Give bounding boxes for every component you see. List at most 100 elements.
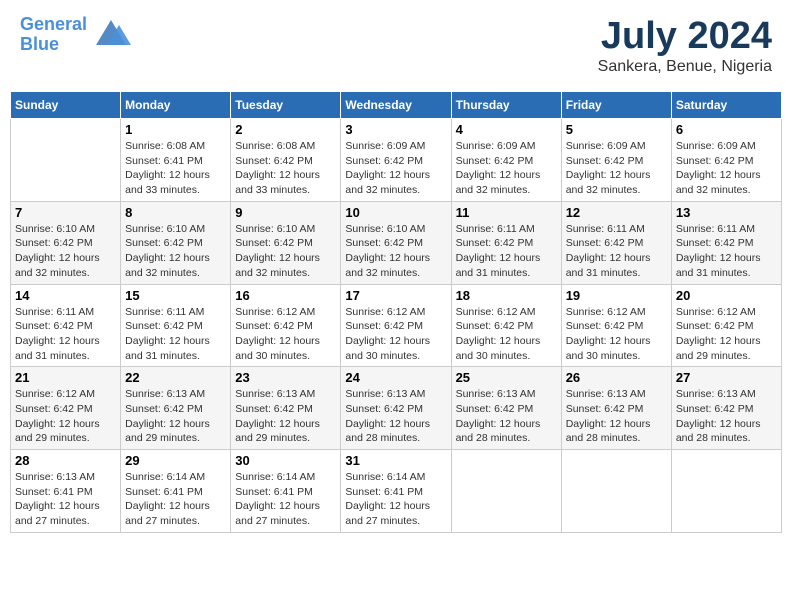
cell-info: Sunrise: 6:12 AM Sunset: 6:42 PM Dayligh… — [235, 305, 336, 364]
cell-info: Sunrise: 6:09 AM Sunset: 6:42 PM Dayligh… — [345, 139, 446, 198]
cell-info: Sunrise: 6:11 AM Sunset: 6:42 PM Dayligh… — [566, 222, 667, 281]
day-number: 21 — [15, 370, 116, 385]
calendar-cell: 1 Sunrise: 6:08 AM Sunset: 6:41 PM Daylig… — [121, 119, 231, 202]
day-number: 18 — [456, 288, 557, 303]
cell-info: Sunrise: 6:14 AM Sunset: 6:41 PM Dayligh… — [345, 470, 446, 529]
page-header: General Blue July 2024 Sankera, Benue, N… — [10, 10, 782, 81]
cell-info: Sunrise: 6:13 AM Sunset: 6:41 PM Dayligh… — [15, 470, 116, 529]
day-header-friday: Friday — [561, 92, 671, 119]
week-row: 28 Sunrise: 6:13 AM Sunset: 6:41 PM Dayli… — [11, 450, 782, 533]
calendar-cell — [561, 450, 671, 533]
day-number: 12 — [566, 205, 667, 220]
day-number: 3 — [345, 122, 446, 137]
calendar-cell: 26 Sunrise: 6:13 AM Sunset: 6:42 PM Dayli… — [561, 367, 671, 450]
calendar-cell: 31 Sunrise: 6:14 AM Sunset: 6:41 PM Dayli… — [341, 450, 451, 533]
day-number: 2 — [235, 122, 336, 137]
calendar-cell: 12 Sunrise: 6:11 AM Sunset: 6:42 PM Dayli… — [561, 201, 671, 284]
calendar-cell: 22Sunrise: 6:13 AM Sunset: 6:42 PM Dayli… — [121, 367, 231, 450]
logo-text: General Blue — [20, 15, 87, 55]
calendar-cell: 2Sunrise: 6:08 AM Sunset: 6:42 PM Daylig… — [231, 119, 341, 202]
calendar-cell: 5 Sunrise: 6:09 AM Sunset: 6:42 PM Daylig… — [561, 119, 671, 202]
day-number: 1 — [125, 122, 226, 137]
calendar-cell: 16Sunrise: 6:12 AM Sunset: 6:42 PM Dayli… — [231, 284, 341, 367]
header-row: SundayMondayTuesdayWednesdayThursdayFrid… — [11, 92, 782, 119]
day-number: 14 — [15, 288, 116, 303]
calendar-cell: 13 Sunrise: 6:11 AM Sunset: 6:42 PM Dayli… — [671, 201, 781, 284]
subtitle: Sankera, Benue, Nigeria — [598, 58, 772, 76]
cell-info: Sunrise: 6:10 AM Sunset: 6:42 PM Dayligh… — [235, 222, 336, 281]
calendar-cell: 4 Sunrise: 6:09 AM Sunset: 6:42 PM Daylig… — [451, 119, 561, 202]
day-number: 10 — [345, 205, 446, 220]
day-number: 4 — [456, 122, 557, 137]
day-header-wednesday: Wednesday — [341, 92, 451, 119]
week-row: 1 Sunrise: 6:08 AM Sunset: 6:41 PM Daylig… — [11, 119, 782, 202]
calendar-cell: 15 Sunrise: 6:11 AM Sunset: 6:42 PM Dayli… — [121, 284, 231, 367]
logo: General Blue — [20, 15, 131, 55]
calendar-cell: 27 Sunrise: 6:13 AM Sunset: 6:42 PM Dayli… — [671, 367, 781, 450]
cell-info: Sunrise: 6:09 AM Sunset: 6:42 PM Dayligh… — [566, 139, 667, 198]
cell-info: Sunrise: 6:09 AM Sunset: 6:42 PM Dayligh… — [456, 139, 557, 198]
day-header-sunday: Sunday — [11, 92, 121, 119]
week-row: 7 Sunrise: 6:10 AM Sunset: 6:42 PM Daylig… — [11, 201, 782, 284]
calendar-header: SundayMondayTuesdayWednesdayThursdayFrid… — [11, 92, 782, 119]
day-number: 6 — [676, 122, 777, 137]
cell-info: Sunrise: 6:08 AM Sunset: 6:41 PM Dayligh… — [125, 139, 226, 198]
week-row: 14 Sunrise: 6:11 AM Sunset: 6:42 PM Dayli… — [11, 284, 782, 367]
cell-info: Sunrise: 6:12 AM Sunset: 6:42 PM Dayligh… — [566, 305, 667, 364]
cell-info: Sunrise: 6:12 AM Sunset: 6:42 PM Dayligh… — [15, 387, 116, 446]
day-number: 19 — [566, 288, 667, 303]
calendar-cell: 10 Sunrise: 6:10 AM Sunset: 6:42 PM Dayli… — [341, 201, 451, 284]
cell-info: Sunrise: 6:14 AM Sunset: 6:41 PM Dayligh… — [235, 470, 336, 529]
day-number: 11 — [456, 205, 557, 220]
cell-info: Sunrise: 6:11 AM Sunset: 6:42 PM Dayligh… — [456, 222, 557, 281]
cell-info: Sunrise: 6:11 AM Sunset: 6:42 PM Dayligh… — [676, 222, 777, 281]
day-number: 15 — [125, 288, 226, 303]
cell-info: Sunrise: 6:10 AM Sunset: 6:42 PM Dayligh… — [125, 222, 226, 281]
cell-info: Sunrise: 6:10 AM Sunset: 6:42 PM Dayligh… — [345, 222, 446, 281]
cell-info: Sunrise: 6:13 AM Sunset: 6:42 PM Dayligh… — [456, 387, 557, 446]
day-header-monday: Monday — [121, 92, 231, 119]
calendar-cell: 28 Sunrise: 6:13 AM Sunset: 6:41 PM Dayli… — [11, 450, 121, 533]
calendar-cell: 7 Sunrise: 6:10 AM Sunset: 6:42 PM Daylig… — [11, 201, 121, 284]
calendar-cell: 9Sunrise: 6:10 AM Sunset: 6:42 PM Daylig… — [231, 201, 341, 284]
calendar-cell: 21 Sunrise: 6:12 AM Sunset: 6:42 PM Dayli… — [11, 367, 121, 450]
calendar-cell: 24 Sunrise: 6:13 AM Sunset: 6:42 PM Dayli… — [341, 367, 451, 450]
day-number: 5 — [566, 122, 667, 137]
calendar-cell: 14 Sunrise: 6:11 AM Sunset: 6:42 PM Dayli… — [11, 284, 121, 367]
day-number: 24 — [345, 370, 446, 385]
logo-icon — [91, 15, 131, 55]
calendar-cell: 20Sunrise: 6:12 AM Sunset: 6:42 PM Dayli… — [671, 284, 781, 367]
cell-info: Sunrise: 6:13 AM Sunset: 6:42 PM Dayligh… — [676, 387, 777, 446]
calendar-cell: 17 Sunrise: 6:12 AM Sunset: 6:42 PM Dayli… — [341, 284, 451, 367]
day-number: 29 — [125, 453, 226, 468]
calendar-cell: 19 Sunrise: 6:12 AM Sunset: 6:42 PM Dayli… — [561, 284, 671, 367]
day-number: 27 — [676, 370, 777, 385]
week-row: 21 Sunrise: 6:12 AM Sunset: 6:42 PM Dayli… — [11, 367, 782, 450]
cell-info: Sunrise: 6:11 AM Sunset: 6:42 PM Dayligh… — [125, 305, 226, 364]
day-number: 23 — [235, 370, 336, 385]
day-number: 31 — [345, 453, 446, 468]
cell-info: Sunrise: 6:10 AM Sunset: 6:42 PM Dayligh… — [15, 222, 116, 281]
day-number: 17 — [345, 288, 446, 303]
day-number: 26 — [566, 370, 667, 385]
day-number: 7 — [15, 205, 116, 220]
day-number: 13 — [676, 205, 777, 220]
calendar-cell: 29Sunrise: 6:14 AM Sunset: 6:41 PM Dayli… — [121, 450, 231, 533]
calendar-table: SundayMondayTuesdayWednesdayThursdayFrid… — [10, 91, 782, 533]
title-block: July 2024 Sankera, Benue, Nigeria — [598, 15, 772, 76]
day-number: 22 — [125, 370, 226, 385]
cell-info: Sunrise: 6:13 AM Sunset: 6:42 PM Dayligh… — [566, 387, 667, 446]
day-number: 30 — [235, 453, 336, 468]
cell-info: Sunrise: 6:12 AM Sunset: 6:42 PM Dayligh… — [345, 305, 446, 364]
cell-info: Sunrise: 6:11 AM Sunset: 6:42 PM Dayligh… — [15, 305, 116, 364]
cell-info: Sunrise: 6:13 AM Sunset: 6:42 PM Dayligh… — [345, 387, 446, 446]
day-number: 28 — [15, 453, 116, 468]
day-number: 8 — [125, 205, 226, 220]
calendar-body: 1 Sunrise: 6:08 AM Sunset: 6:41 PM Daylig… — [11, 119, 782, 533]
cell-info: Sunrise: 6:09 AM Sunset: 6:42 PM Dayligh… — [676, 139, 777, 198]
cell-info: Sunrise: 6:12 AM Sunset: 6:42 PM Dayligh… — [676, 305, 777, 364]
calendar-cell: 18Sunrise: 6:12 AM Sunset: 6:42 PM Dayli… — [451, 284, 561, 367]
calendar-cell — [451, 450, 561, 533]
calendar-cell: 23Sunrise: 6:13 AM Sunset: 6:42 PM Dayli… — [231, 367, 341, 450]
day-header-tuesday: Tuesday — [231, 92, 341, 119]
